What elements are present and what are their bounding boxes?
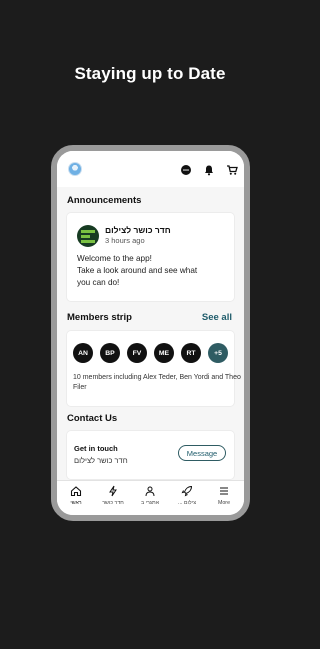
- tab-gym[interactable]: חדר כושר: [95, 485, 131, 506]
- message-button[interactable]: Message: [178, 445, 226, 461]
- lightning-icon: [109, 485, 117, 497]
- member-chip[interactable]: ME: [154, 343, 174, 363]
- tab-home[interactable]: ראשי: [58, 485, 94, 506]
- tab-photography[interactable]: ... צילום: [169, 485, 205, 506]
- contact-subtitle: חדר כושר לצילום: [74, 456, 128, 465]
- tab-label: אתגרי ב: [140, 500, 160, 506]
- phone-frame: Announcements חדר כושר לצילום 3 hours ag…: [51, 145, 250, 521]
- headline: Staying up to Date: [74, 64, 226, 83]
- member-chip[interactable]: RT: [181, 343, 201, 363]
- app-screen: Announcements חדר כושר לצילום 3 hours ag…: [57, 151, 244, 515]
- see-all-link[interactable]: See all: [202, 312, 232, 323]
- post-line: Welcome to the app!: [77, 254, 152, 263]
- member-chip[interactable]: BP: [100, 343, 120, 363]
- members-description: 10 members including Alex Teder, Ben Yor…: [73, 374, 241, 391]
- post-time: 3 hours ago: [105, 236, 145, 245]
- gym-logo: [77, 225, 99, 247]
- tab-label: More: [217, 500, 231, 506]
- contact-card: Get in touch חדר כושר לצילום Message: [67, 431, 234, 479]
- bell-icon[interactable]: [203, 164, 215, 176]
- members-title: Members strip: [67, 312, 132, 323]
- post-line: you can do!: [77, 278, 120, 287]
- user-avatar[interactable]: [68, 162, 82, 176]
- tab-label: חדר כושר: [102, 500, 124, 506]
- cart-icon[interactable]: [226, 164, 238, 176]
- bottom-tab-bar: ראשי חדר כושר אתגרי ב ... צילום More: [57, 480, 244, 515]
- tab-label: ראשי: [70, 500, 82, 506]
- tab-more[interactable]: More: [206, 485, 242, 506]
- members-card: AN BP FV ME RT +5 10 members including A…: [67, 331, 241, 406]
- tab-challenges[interactable]: אתגרי ב: [132, 485, 168, 506]
- home-icon: [70, 486, 82, 497]
- announcement-card[interactable]: חדר כושר לצילום 3 hours ago Welcome to t…: [67, 213, 234, 301]
- post-body: Welcome to the app! Take a look around a…: [77, 253, 239, 289]
- tab-label: ... צילום: [178, 500, 196, 506]
- contact-label: Get in touch: [74, 444, 118, 453]
- top-bar: [57, 151, 244, 187]
- people-icon: [145, 486, 155, 497]
- announcements-title: Announcements: [67, 195, 142, 206]
- member-chip[interactable]: AN: [73, 343, 93, 363]
- post-line: Take a look around and see what: [77, 266, 198, 275]
- contact-title: Contact Us: [67, 413, 118, 424]
- more-members-chip[interactable]: +5: [208, 343, 228, 363]
- member-chip[interactable]: FV: [127, 343, 147, 363]
- rocket-icon: [181, 485, 193, 497]
- menu-icon: [220, 487, 228, 495]
- post-author: חדר כושר לצילום: [105, 225, 171, 235]
- chat-icon[interactable]: [180, 164, 192, 176]
